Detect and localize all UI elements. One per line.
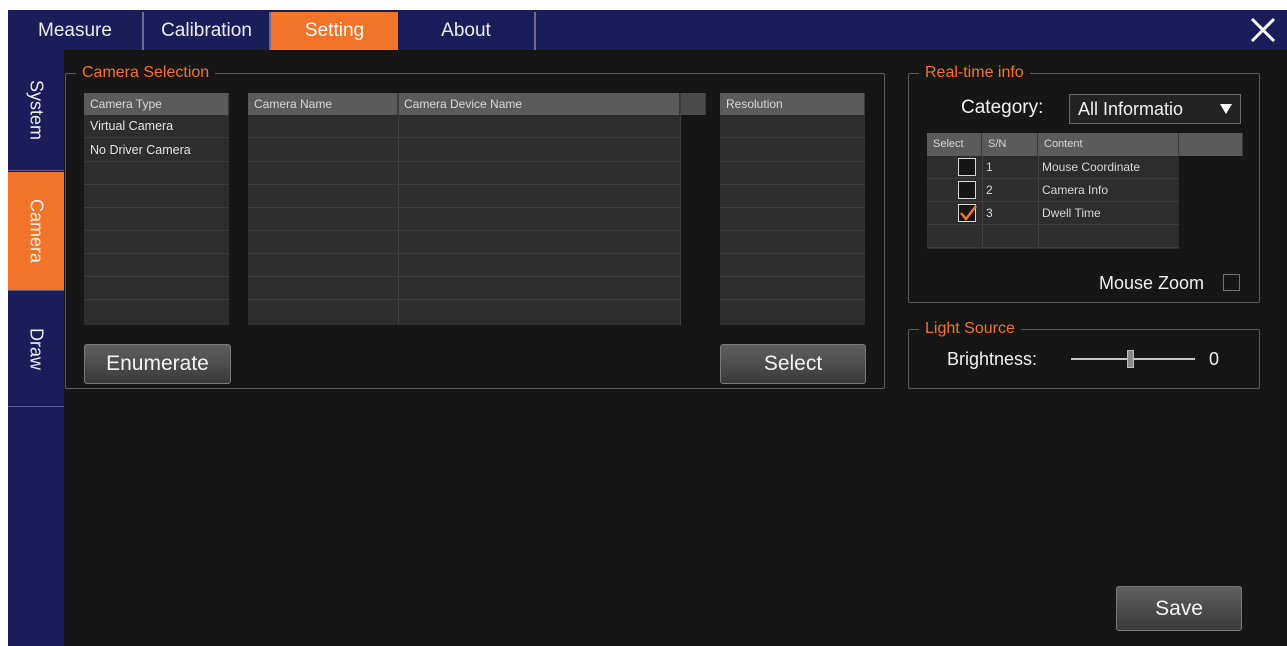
tab-system-label: System (26, 79, 47, 141)
camera-name-header: Camera Name (248, 93, 398, 115)
side-tab-bar: System Camera Draw (8, 50, 64, 646)
realtime-info-table[interactable]: Select S/N Content 1 Mouse Coordinate 2 … (927, 133, 1243, 249)
category-value: All Informatio (1078, 99, 1184, 119)
realtime-info-title: Real-time info (919, 63, 1030, 83)
tab-draw-label: Draw (26, 327, 47, 370)
row-sn: 1 (986, 160, 993, 174)
checkmark-icon (960, 205, 977, 221)
camera-type-header: Camera Type (84, 93, 229, 115)
close-icon[interactable] (1247, 14, 1279, 46)
category-label: Category: (961, 97, 1044, 118)
row-content: Camera Info (1042, 183, 1109, 197)
camera-type-table[interactable]: Camera Type Virtual Camera No Driver Cam… (84, 93, 229, 325)
camera-selection-group: Camera Selection Camera Type Virtual Cam… (65, 63, 885, 389)
enumerate-button[interactable]: Enumerate (84, 344, 231, 384)
row-checkbox[interactable] (958, 158, 976, 176)
save-button[interactable]: Save (1116, 586, 1242, 631)
tab-camera-label: Camera (26, 198, 47, 264)
tab-calibration[interactable]: Calibration (144, 12, 271, 50)
row-content: Dwell Time (1042, 206, 1101, 220)
brightness-label: Brightness: (947, 349, 1038, 369)
resolution-header: Resolution (720, 93, 865, 115)
chevron-down-icon (1220, 104, 1232, 114)
mouse-zoom-checkbox[interactable] (1223, 274, 1240, 291)
tab-camera[interactable]: Camera (8, 172, 64, 291)
brightness-value: 0 (1209, 349, 1220, 369)
light-source-group: Light Source Brightness: 0 (908, 319, 1260, 389)
tab-measure[interactable]: Measure (8, 12, 144, 50)
camera-type-row[interactable]: Virtual Camera (84, 115, 229, 138)
category-select[interactable]: All Informatio (1069, 94, 1241, 124)
row-content: Mouse Coordinate (1042, 160, 1141, 174)
tab-about[interactable]: About (398, 12, 536, 50)
content-header: Content (1038, 133, 1179, 156)
slider-handle[interactable] (1127, 350, 1134, 368)
camera-device-header: Camera Device Name (398, 93, 680, 115)
camera-name-table[interactable]: Camera Name Camera Device Name (248, 93, 706, 325)
top-tab-bar: Measure Calibration Setting About (8, 10, 1287, 50)
header-spacer (1179, 133, 1243, 156)
light-source-title: Light Source (919, 319, 1021, 339)
row-checkbox[interactable] (958, 181, 976, 199)
resolution-table[interactable]: Resolution (720, 93, 865, 325)
brightness-slider[interactable] (1071, 350, 1195, 368)
realtime-info-group: Real-time info Category: All Informatio … (908, 63, 1260, 303)
camera-type-row[interactable]: No Driver Camera (84, 139, 229, 162)
settings-window: Measure Calibration Setting About System… (8, 10, 1287, 646)
row-sn: 3 (986, 206, 993, 220)
camera-selection-title: Camera Selection (76, 63, 216, 83)
tab-setting[interactable]: Setting (271, 12, 398, 50)
tab-draw[interactable]: Draw (8, 291, 64, 407)
header-spacer (680, 93, 706, 115)
row-checkbox-checked[interactable] (958, 204, 977, 222)
mouse-zoom-label: Mouse Zoom (1099, 273, 1205, 293)
select-button[interactable]: Select (720, 344, 866, 384)
tab-system[interactable]: System (8, 50, 64, 171)
row-sn: 2 (986, 183, 993, 197)
sn-header: S/N (982, 133, 1038, 156)
select-header: Select (927, 133, 982, 156)
